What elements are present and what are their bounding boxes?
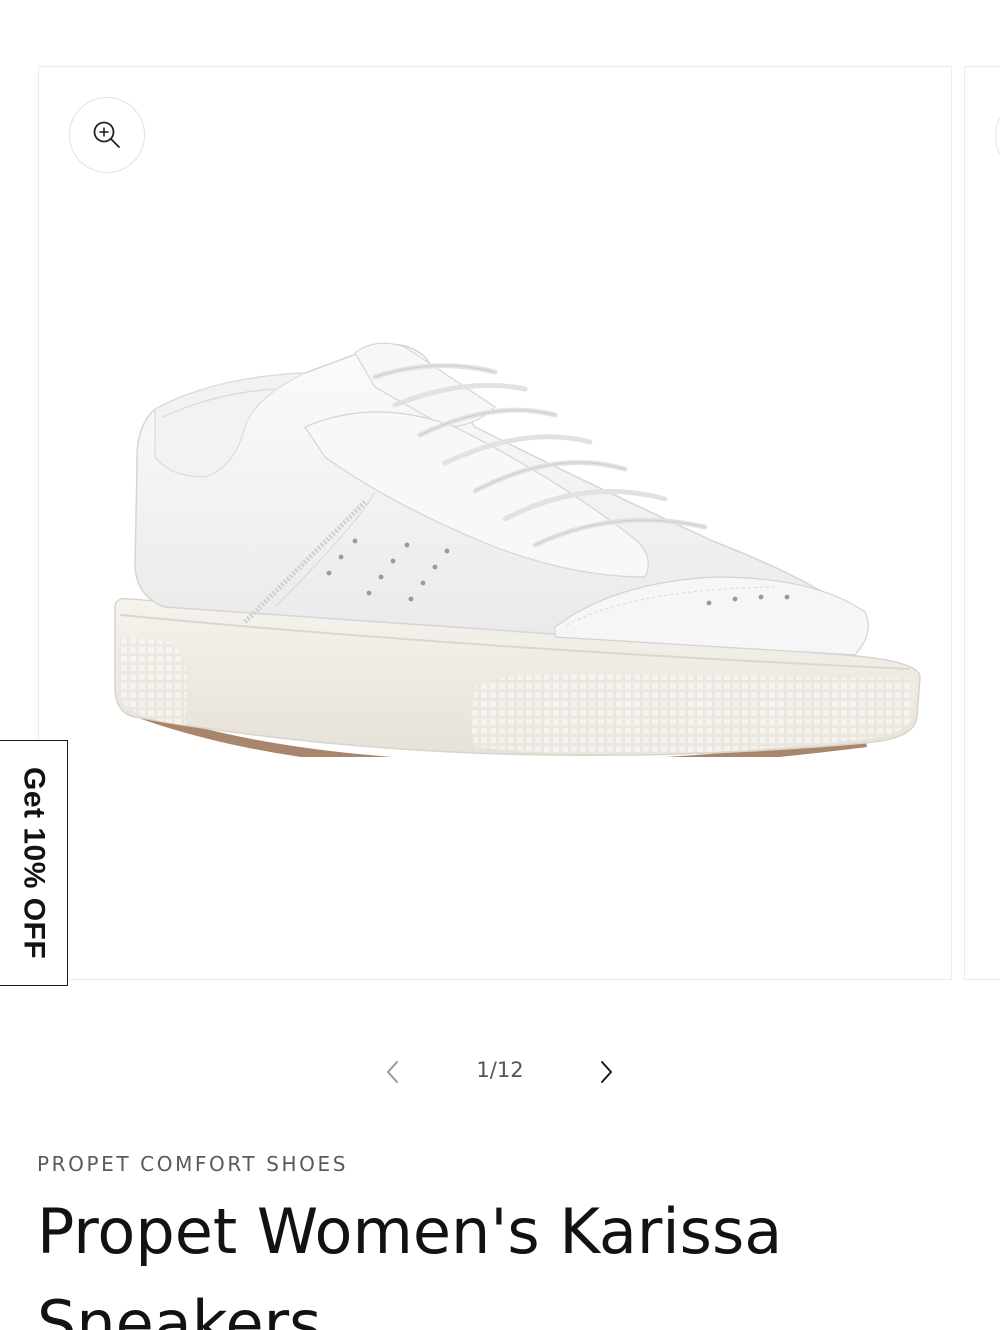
- chevron-left-icon: [383, 1058, 403, 1086]
- product-page: Get 10% OFF 1/12 PROPET COMFORT SHOES Pr…: [0, 0, 1000, 1330]
- chevron-right-icon: [596, 1058, 616, 1086]
- discount-tab-label: Get 10% OFF: [17, 766, 51, 960]
- previous-slide-button[interactable]: [375, 1054, 411, 1090]
- next-slide-button[interactable]: [588, 1054, 624, 1090]
- slide-counter: 1/12: [476, 1058, 524, 1082]
- product-media-gallery: [0, 0, 1000, 1000]
- zoom-in-icon: [995, 99, 1000, 173]
- media-slide-active[interactable]: [38, 66, 952, 980]
- zoom-in-icon: [91, 119, 123, 151]
- sneaker-illustration: [114, 342, 921, 772]
- slider-pagination: 1/12: [0, 1048, 1000, 1096]
- product-title: Propet Women's Karissa Sneakers: [37, 1195, 783, 1330]
- media-slide-next[interactable]: [964, 66, 1000, 980]
- discount-popup-tab[interactable]: Get 10% OFF: [0, 740, 68, 986]
- product-vendor: PROPET COMFORT SHOES: [37, 1152, 349, 1176]
- product-image[interactable]: [75, 277, 925, 772]
- zoom-button[interactable]: [69, 97, 145, 173]
